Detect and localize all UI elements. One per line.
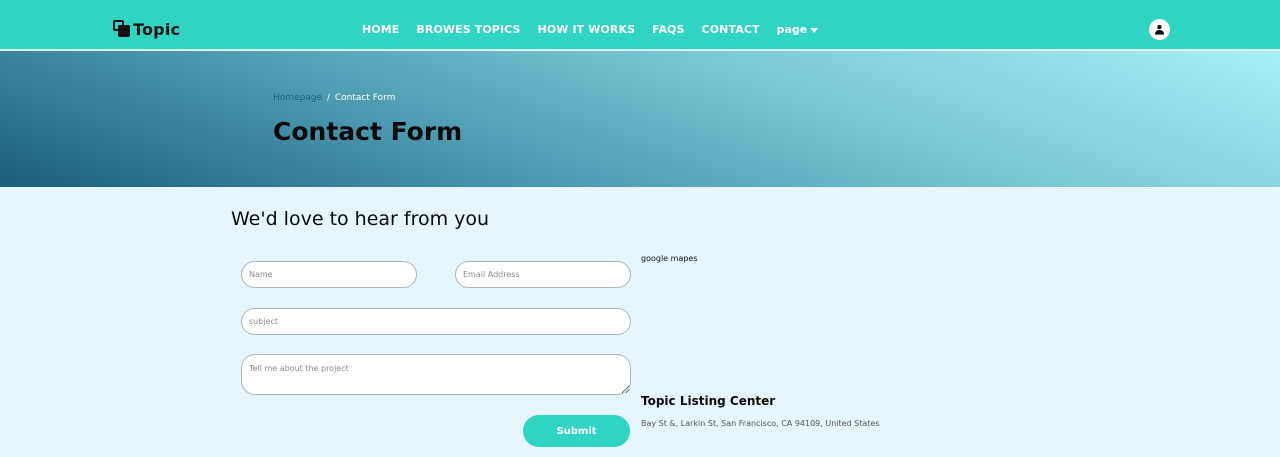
page-title: Contact Form	[273, 117, 463, 146]
submit-button[interactable]: Submit	[523, 415, 630, 447]
location-title: Topic Listing Center	[641, 394, 776, 408]
nav-page-label: page	[776, 23, 808, 36]
user-button[interactable]	[1149, 19, 1170, 40]
location-address: Bay St &, Larkin St, San Francisco, CA 9…	[641, 419, 880, 428]
stacked-squares-icon	[113, 20, 131, 38]
breadcrumb-current: Contact Form	[334, 93, 396, 103]
breadcrumb-separator: /	[326, 93, 330, 103]
map-placeholder: google mapes	[641, 254, 698, 263]
page-header: Homepage / Contact Form Contact Form	[0, 51, 1280, 187]
section-heading: We'd love to hear from you	[231, 208, 490, 230]
nav-page-dropdown[interactable]: page	[777, 23, 819, 36]
breadcrumb: Homepage / Contact Form	[273, 93, 395, 103]
main-nav: HOME BROWES TOPICS HOW IT WORKS FAQS CON…	[362, 23, 819, 36]
caret-down-icon	[810, 27, 819, 33]
name-input[interactable]	[241, 261, 417, 288]
breadcrumb-home-link[interactable]: Homepage	[273, 93, 322, 103]
message-textarea[interactable]	[241, 354, 631, 395]
brand-logo[interactable]: Topic	[113, 19, 180, 39]
nav-faqs[interactable]: FAQS	[652, 23, 684, 36]
nav-how-it-works[interactable]: HOW IT WORKS	[538, 23, 636, 36]
email-input[interactable]	[455, 261, 631, 288]
user-icon	[1155, 24, 1164, 35]
subject-input[interactable]	[241, 308, 631, 335]
nav-browse-topics[interactable]: BROWES TOPICS	[416, 23, 520, 36]
nav-home[interactable]: HOME	[362, 23, 399, 36]
navbar: Topic HOME BROWES TOPICS HOW IT WORKS FA…	[0, 0, 1280, 50]
nav-contact[interactable]: CONTACT	[702, 23, 760, 36]
brand-name: Topic	[133, 19, 181, 39]
